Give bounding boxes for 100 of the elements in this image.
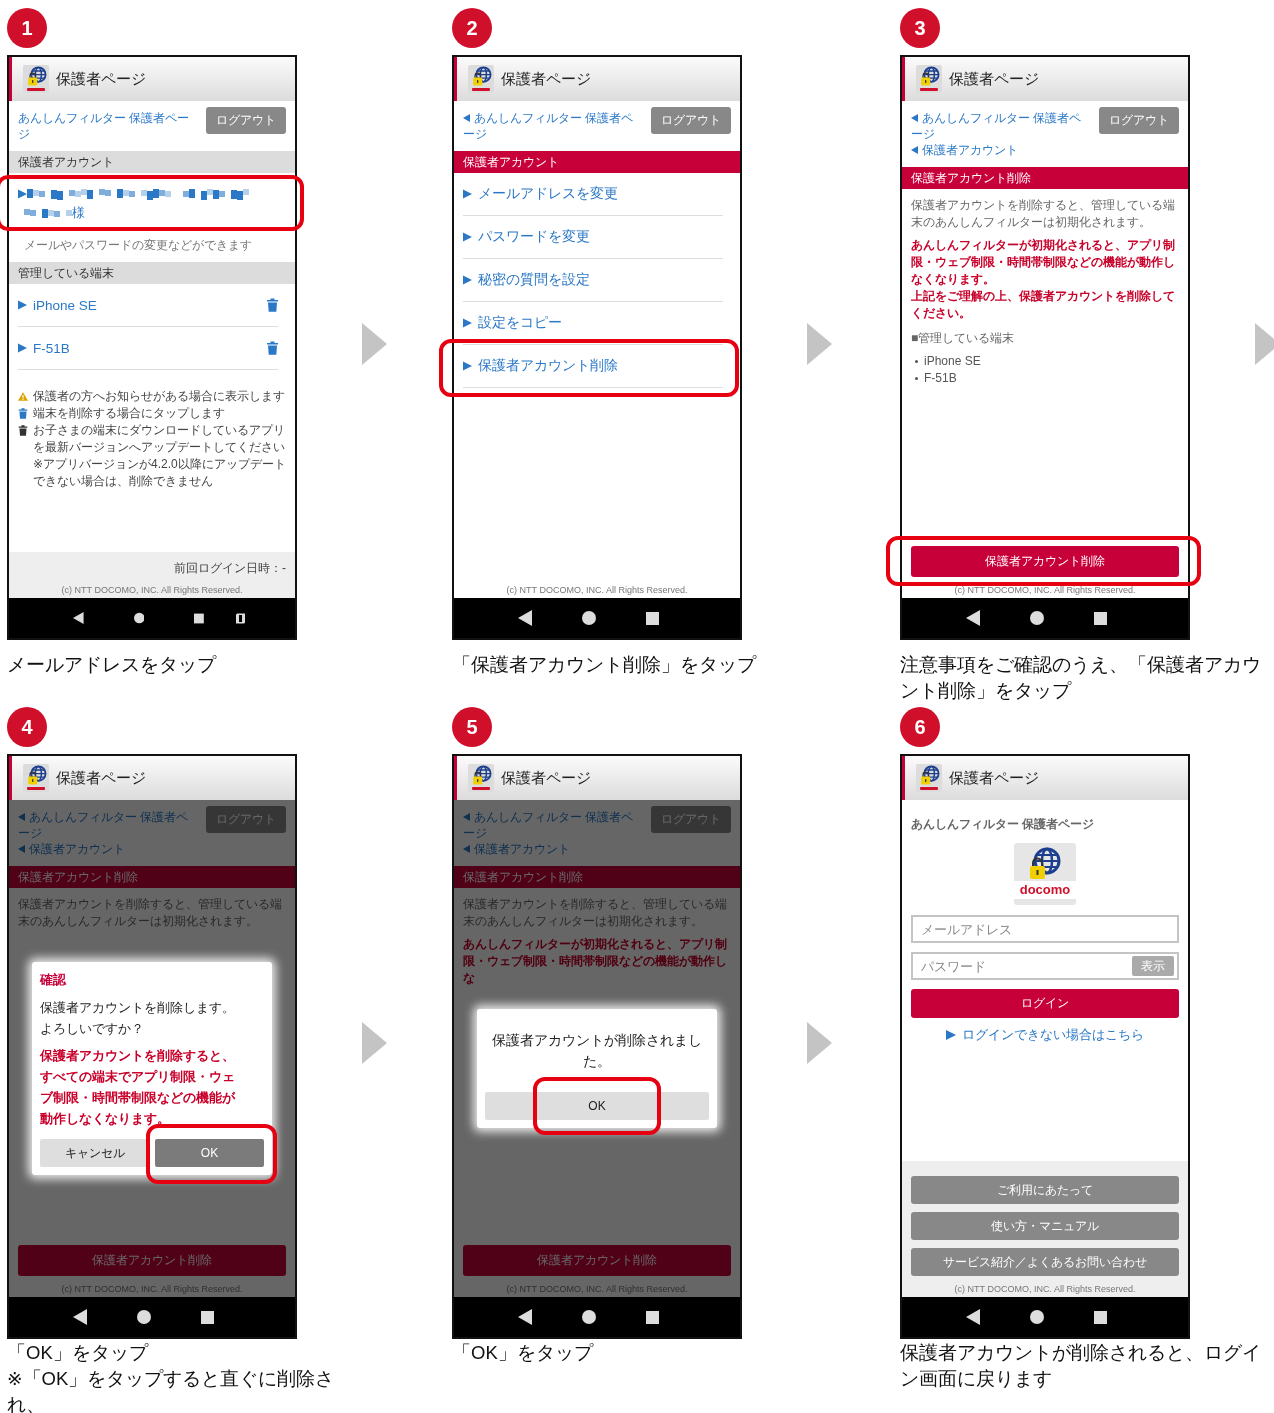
step-caption: メールアドレスをタップ <box>7 653 218 677</box>
step-caption: ※「OK」をタップすると直ぐに削除され、 <box>7 1367 336 1413</box>
dialog-button[interactable]: OK <box>485 1092 709 1120</box>
body-text: 保護者アカウントを削除すると、管理している端末のあんしんフィルターは初期化されます。 <box>911 197 1176 231</box>
legend-text: 端末を削除する場合にタップします <box>33 405 225 422</box>
logout-button[interactable]: ログアウト <box>651 107 731 134</box>
page-title: 保護者ページ <box>56 69 146 89</box>
list-item: F-51B <box>924 370 957 387</box>
delete-account-button[interactable]: 保護者アカウント削除 <box>463 1245 731 1276</box>
show-password-button[interactable]: 表示 <box>1132 956 1174 976</box>
step-caption: 注意事項をご確認のうえ、「保護者アカウント削除」をタップ <box>900 653 1262 703</box>
step-caption: 「保護者アカウント削除」をタップ <box>452 653 758 677</box>
app-logo-icon <box>468 65 494 93</box>
triangle-icon <box>18 188 27 199</box>
copyright-text: (c) NTT DOCOMO, INC. All Rights Reserved. <box>60 585 244 596</box>
section-header: 保護者アカウント削除 <box>902 167 1188 189</box>
step-number-badge: 2 <box>452 8 492 48</box>
trash-icon <box>18 425 28 436</box>
back-icon[interactable] <box>966 610 980 626</box>
list-item: iPhone SE <box>924 353 981 370</box>
triangle-icon <box>463 189 472 199</box>
delete-account-button[interactable]: 保護者アカウント削除 <box>18 1245 286 1276</box>
recents-icon[interactable] <box>1094 1310 1107 1324</box>
home-icon[interactable] <box>582 1310 596 1324</box>
home-icon[interactable] <box>1030 611 1044 625</box>
trash-icon <box>18 408 28 419</box>
menu-link[interactable]: 保護者アカウント削除 <box>463 345 723 387</box>
breadcrumb-link[interactable]: 保護者アカウント <box>463 841 641 857</box>
page-title: 保護者ページ <box>949 768 1039 788</box>
home-icon[interactable] <box>137 1310 151 1324</box>
copyright-text: (c) NTT DOCOMO, INC. All Rights Reserved. <box>953 1284 1137 1295</box>
info-button[interactable]: サービス紹介／よくあるお問い合わせ <box>911 1248 1179 1276</box>
back-icon[interactable] <box>966 1309 980 1325</box>
breadcrumb-link[interactable]: あんしんフィルター 保護者ページ <box>463 809 641 841</box>
recents-icon[interactable] <box>1094 611 1107 625</box>
home-icon[interactable] <box>1030 1310 1044 1324</box>
page-heading: あんしんフィルター 保護者ページ <box>911 816 1096 833</box>
logout-button[interactable]: ログアウト <box>1099 107 1179 134</box>
account-link[interactable]: 様 <box>18 183 286 223</box>
trash-icon[interactable] <box>267 298 278 312</box>
step-number-badge: 6 <box>900 707 940 747</box>
triangle-icon <box>18 300 27 310</box>
logo-text: docomo <box>1014 881 1076 899</box>
page-title: 保護者ページ <box>501 768 591 788</box>
home-icon[interactable] <box>582 611 596 625</box>
dialog-button[interactable]: OK <box>155 1139 264 1167</box>
menu-link[interactable]: 設定をコピー <box>463 302 723 344</box>
dialog-message: 保護者アカウントを削除します。よろしいですか？ <box>40 999 236 1038</box>
menu-link[interactable]: パスワードを変更 <box>463 216 723 258</box>
warning-text: 上記をご理解の上、保護者アカウントを削除してください。 <box>911 288 1176 322</box>
breadcrumb-link[interactable]: 保護者アカウント <box>18 841 196 857</box>
triangle-icon <box>18 343 27 353</box>
legend-text: お子さまの端末にダウンロードしているアプリを最新バージョンへアップデートしてください ※アプリバージョンが4.2.0以降にアップデートできない場合は、削除できません <box>33 422 286 490</box>
info-button[interactable]: 使い方・マニュアル <box>911 1212 1179 1240</box>
breadcrumb-link[interactable]: あんしんフィルター 保護者ページ <box>18 110 196 142</box>
page-title: 保護者ページ <box>501 69 591 89</box>
breadcrumb-link[interactable]: あんしんフィルター 保護者ページ <box>911 110 1089 142</box>
app-logo-icon <box>23 65 49 93</box>
warning-text: あんしんフィルターが初期化されると、アプリ制限・ウェブ制限・時間帯制限などの機能が動作しなくなります。 <box>911 237 1176 288</box>
section-header: 保護者アカウント削除 <box>9 866 295 888</box>
back-icon[interactable] <box>73 1309 87 1325</box>
triangle-icon <box>463 318 472 328</box>
login-button[interactable]: ログイン <box>911 989 1179 1018</box>
last-login-text: 前回ログイン日時：- <box>173 560 286 577</box>
breadcrumb-link[interactable]: あんしんフィルター 保護者ページ <box>463 110 641 142</box>
section-header: 保護者アカウント <box>9 151 295 173</box>
warning-text: あんしんフィルターが初期化されると、アプリ制限・ウェブ制限・時間帯制限などの機能が動作しな <box>463 936 728 987</box>
back-icon[interactable] <box>73 610 84 626</box>
back-icon[interactable] <box>518 1309 532 1325</box>
trash-icon[interactable] <box>267 341 278 355</box>
email-field[interactable]: メールアドレス <box>911 915 1179 943</box>
recents-icon[interactable] <box>201 1310 214 1324</box>
bullet-icon <box>915 377 918 380</box>
app-logo-icon <box>916 65 942 93</box>
app-logo-icon <box>916 764 942 792</box>
app-logo-icon <box>468 764 494 792</box>
menu-link[interactable]: iPhone SE <box>18 284 267 326</box>
menu-link[interactable]: F-51B <box>18 327 267 369</box>
home-icon[interactable] <box>133 611 145 625</box>
info-button[interactable]: ご利用にあたって <box>911 1176 1179 1204</box>
breadcrumb-link[interactable]: あんしんフィルター 保護者ページ <box>18 809 196 841</box>
step-caption: 「OK」をタップ <box>452 1341 595 1365</box>
help-link[interactable]: ログインできない場合はこちら <box>911 1026 1179 1044</box>
menu-link[interactable]: メールアドレスを変更 <box>463 173 723 215</box>
password-field[interactable]: パスワード 表示 <box>911 952 1179 980</box>
helper-text: メールやパスワードの変更などができます <box>24 237 253 254</box>
menu-link[interactable]: 秘密の質問を設定 <box>463 259 723 301</box>
body-text: ■管理している端末 <box>911 330 1016 347</box>
recents-icon[interactable] <box>646 611 659 625</box>
page-title: 保護者ページ <box>56 768 146 788</box>
breadcrumb-link[interactable]: 保護者アカウント <box>911 142 1089 158</box>
dialog-button[interactable]: キャンセル <box>40 1139 149 1167</box>
delete-account-button[interactable]: 保護者アカウント削除 <box>911 546 1179 577</box>
logout-button[interactable]: ログアウト <box>206 107 286 134</box>
warning-icon <box>18 391 28 402</box>
back-icon[interactable] <box>518 610 532 626</box>
step-number-badge: 4 <box>7 707 47 747</box>
recents-icon[interactable] <box>194 611 204 625</box>
section-header: 保護者アカウント削除 <box>454 866 740 888</box>
recents-icon[interactable] <box>646 1310 659 1324</box>
